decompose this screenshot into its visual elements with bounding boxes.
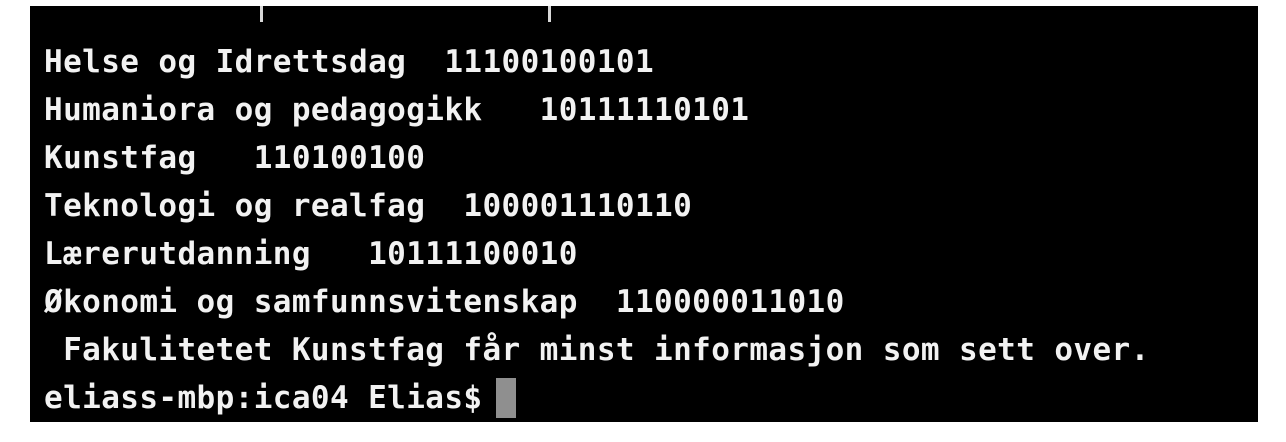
output-line: Helse og Idrettsdag 11100100101 — [44, 44, 655, 80]
text-cursor — [496, 378, 517, 418]
output-line: Økonomi og samfunnsvitenskap 11000001101… — [44, 284, 845, 320]
output-line: Kunstfag 110100100 — [44, 140, 426, 176]
output-line: Lærerutdanning 10111100010 — [44, 236, 578, 272]
terminal-window[interactable]: Helse og Idrettsdag 11100100101 Humanior… — [30, 6, 1258, 422]
command-prompt-line[interactable]: eliass-mbp:ica04 Elias$ — [44, 374, 1150, 422]
shell-prompt: eliass-mbp:ica04 Elias$ — [44, 380, 483, 416]
output-line: Fakulitetet Kunstfag får minst informasj… — [44, 332, 1150, 368]
terminal-scrollback: Helse og Idrettsdag 11100100101 Humanior… — [30, 6, 1258, 422]
output-line: Humaniora og pedagogikk 10111110101 — [44, 92, 750, 128]
table-border-fragment — [548, 6, 551, 22]
terminal-output: Helse og Idrettsdag 11100100101 Humanior… — [44, 38, 1150, 422]
output-line: Teknologi og realfag 100001110110 — [44, 188, 693, 224]
table-border-fragment — [260, 6, 263, 22]
